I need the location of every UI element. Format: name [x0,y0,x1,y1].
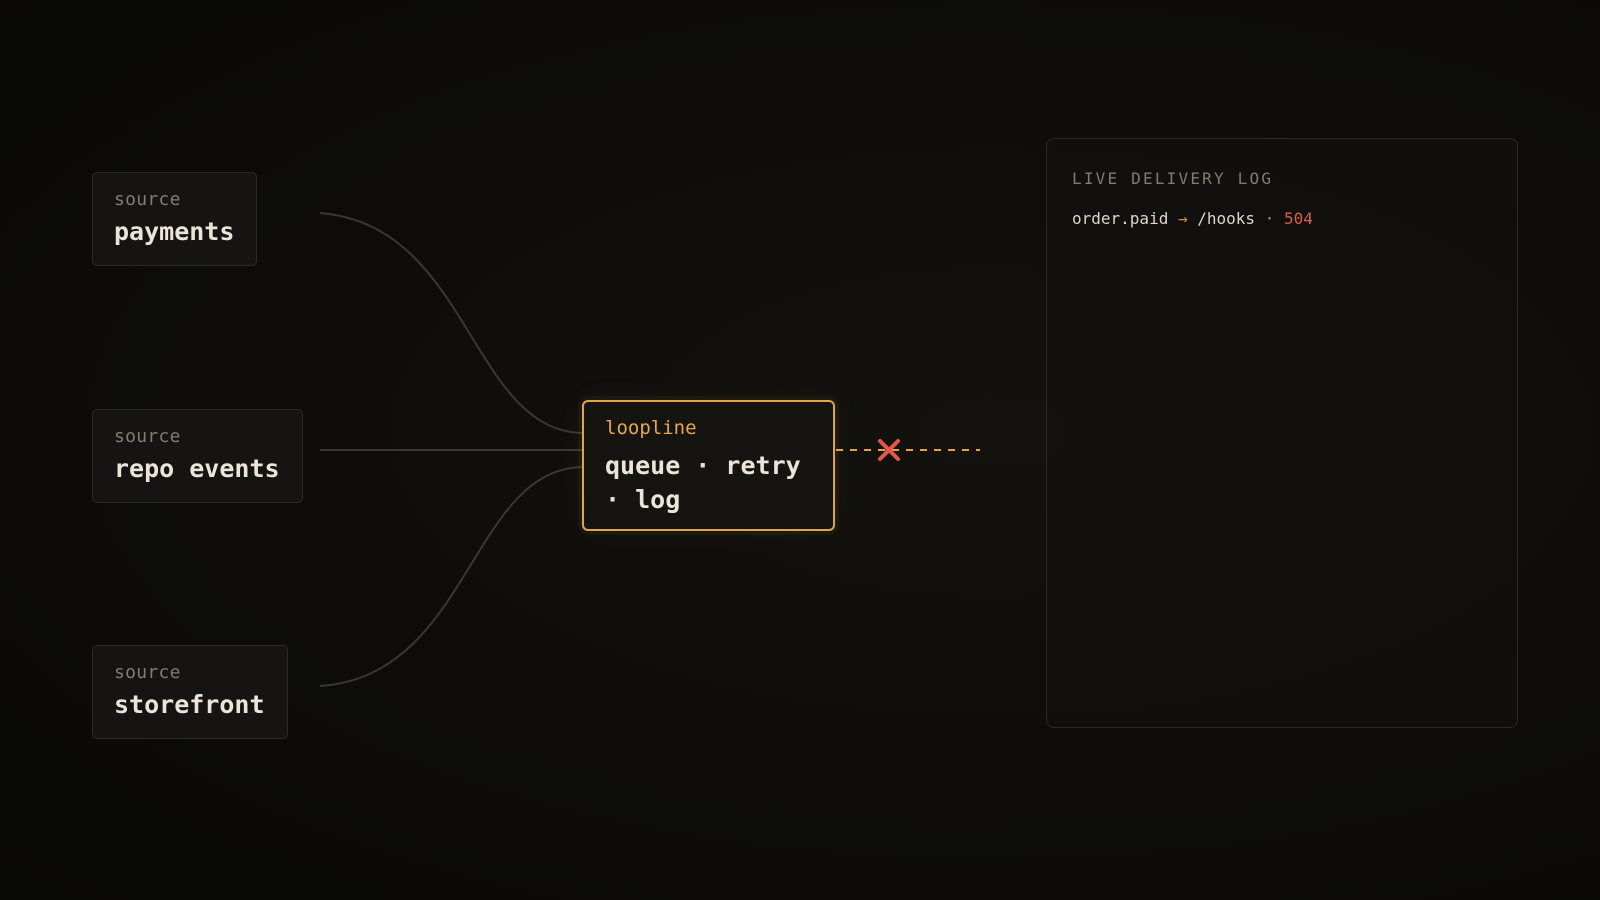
log-event: order.paid [1072,209,1169,228]
log-separator: · [1264,209,1275,228]
source-card-payments[interactable]: source payments [92,172,257,266]
log-title: LIVE DELIVERY LOG [1072,169,1274,188]
x-mark-icon [878,439,900,461]
source-name: storefront [114,690,265,719]
source-kicker: source [114,662,181,683]
hub-node-loopline[interactable]: loopline queue · retry · log [582,400,835,531]
hub-description: queue · retry · log [605,451,801,514]
source-kicker: source [114,426,181,447]
log-status-code: 504 [1283,209,1313,228]
source-card-storefront[interactable]: source storefront [92,645,288,739]
hub-name: loopline [605,417,697,439]
wire-payments-to-hub [319,212,583,434]
arrow-right-icon: → [1177,209,1188,228]
live-delivery-log-panel: LIVE DELIVERY LOG order.paid → /hooks · … [1046,138,1518,728]
source-name: payments [114,217,235,246]
source-name: repo events [114,454,280,483]
source-card-repo-events[interactable]: source repo events [92,409,303,503]
source-kicker: source [114,189,181,210]
wire-storefront-to-hub [319,466,583,687]
log-endpoint: /hooks [1197,209,1256,228]
log-entry[interactable]: order.paid → /hooks · 504 [1072,209,1493,229]
